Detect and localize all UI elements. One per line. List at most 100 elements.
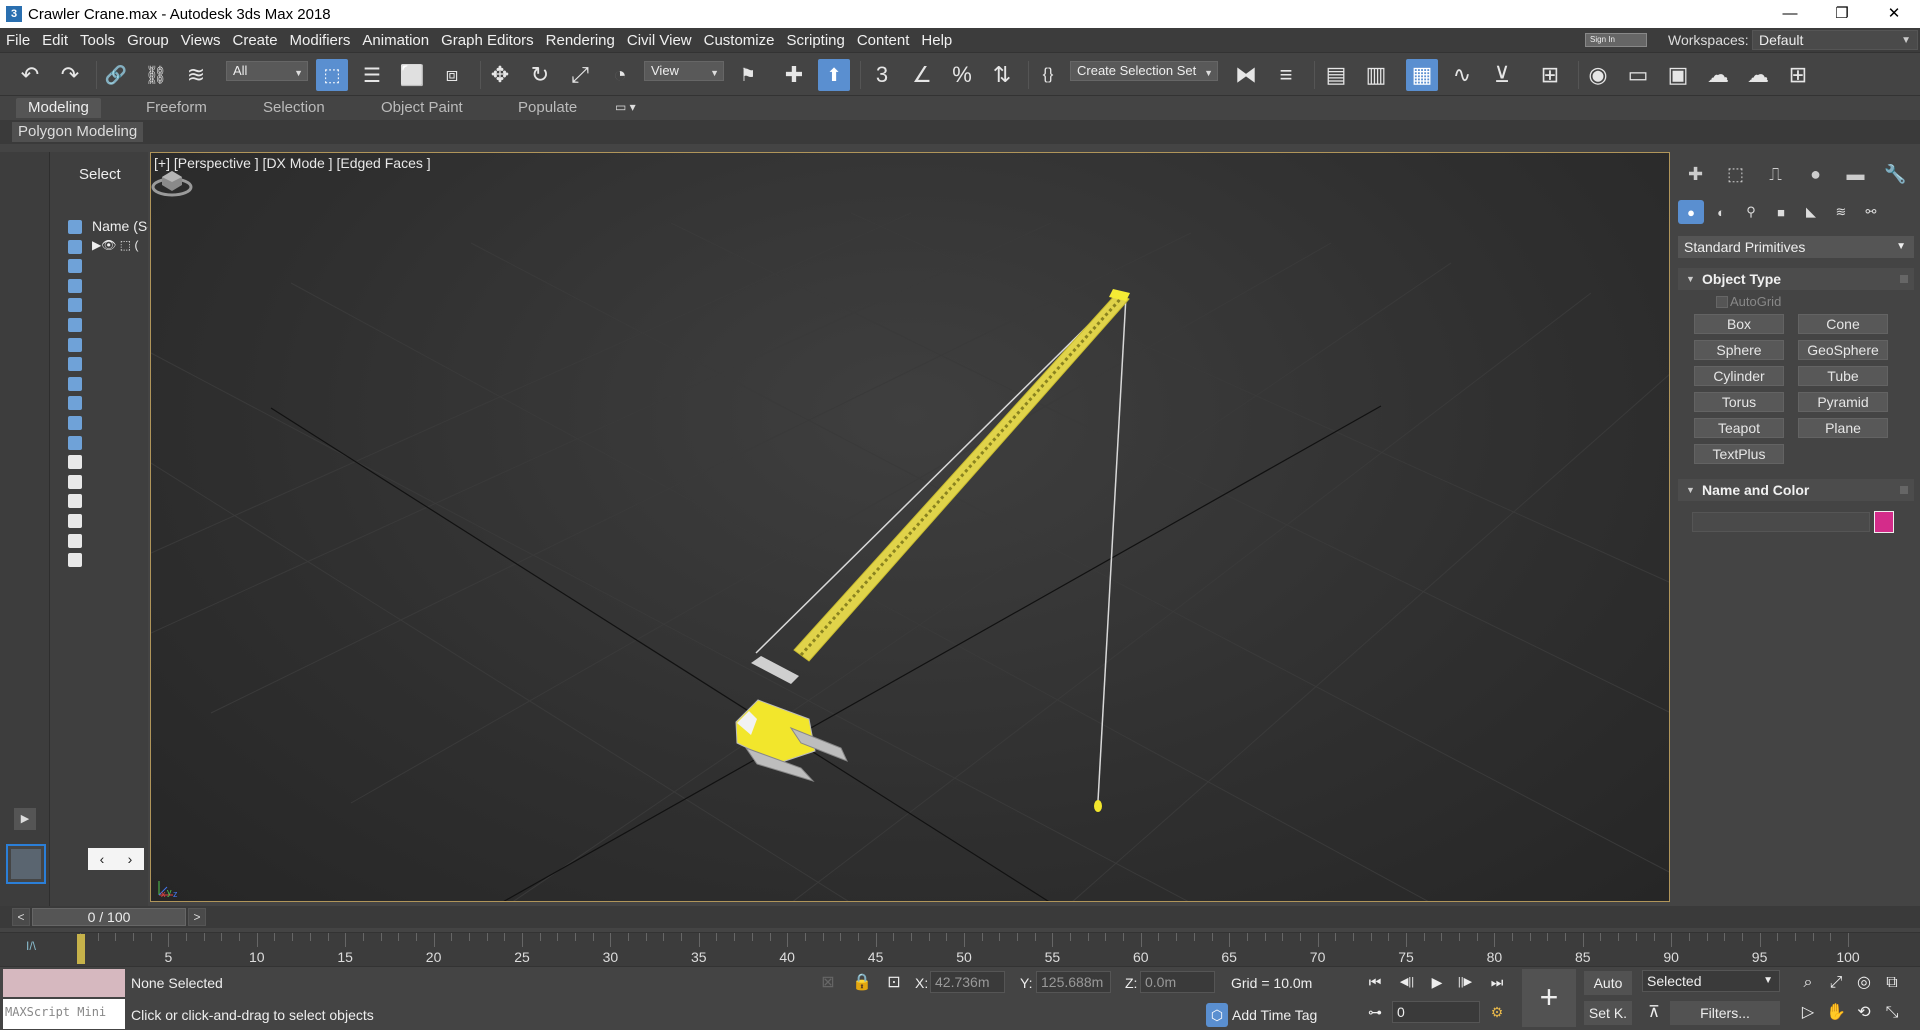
workspaces-dropdown[interactable]: Default bbox=[1752, 30, 1918, 50]
toggle-ribbon-icon[interactable]: ▦ bbox=[1406, 59, 1438, 91]
menu-group[interactable]: Group bbox=[121, 32, 175, 49]
align-icon[interactable]: ≡ bbox=[1270, 59, 1302, 91]
motion-tab-icon[interactable]: ● bbox=[1800, 162, 1831, 186]
display-bones-icon[interactable] bbox=[68, 376, 82, 391]
display-lights-icon[interactable] bbox=[68, 259, 82, 274]
textplus-button[interactable]: TextPlus bbox=[1694, 444, 1784, 464]
display-cameras-icon[interactable] bbox=[68, 278, 82, 293]
go-to-start-icon[interactable]: ⏮ bbox=[1362, 971, 1388, 993]
object-name-input[interactable] bbox=[1692, 512, 1870, 532]
create-tab-icon[interactable]: ✚ bbox=[1680, 162, 1711, 186]
percent-snap-icon[interactable]: % bbox=[946, 59, 978, 91]
absolute-mode-transform-icon[interactable]: ⊡ bbox=[882, 971, 906, 995]
tab-populate[interactable]: Populate bbox=[518, 98, 577, 118]
primitive-type-dropdown[interactable]: Standard Primitives bbox=[1678, 236, 1914, 258]
space-warps-category-icon[interactable]: ≋ bbox=[1828, 200, 1854, 224]
shapes-category-icon[interactable]: ◐ bbox=[1708, 200, 1734, 224]
curve-editor-icon[interactable]: ∿ bbox=[1446, 59, 1478, 91]
selection-filter-dropdown[interactable]: All bbox=[226, 61, 308, 82]
rendered-frame-window-icon[interactable]: ▣ bbox=[1662, 59, 1694, 91]
mirror-icon[interactable]: ⧓ bbox=[1230, 59, 1262, 91]
field-of-view-icon[interactable]: ▷ bbox=[1796, 1001, 1820, 1025]
key-filter-selection-dropdown[interactable]: Selected bbox=[1642, 970, 1780, 992]
explorer-name-column-header[interactable]: Name (Sorted Ascending) bbox=[92, 218, 148, 234]
go-to-end-icon[interactable]: ⏭ bbox=[1484, 971, 1510, 993]
sign-in-button[interactable]: Sign In bbox=[1585, 33, 1647, 47]
menu-scripting[interactable]: Scripting bbox=[780, 32, 850, 49]
menu-views[interactable]: Views bbox=[175, 32, 227, 49]
auto-key-button[interactable]: Auto bbox=[1584, 971, 1632, 995]
material-editor-icon[interactable]: ◉ bbox=[1582, 59, 1614, 91]
teapot-button[interactable]: Teapot bbox=[1694, 418, 1784, 438]
track-bar-playhead[interactable] bbox=[77, 934, 85, 964]
time-slider-thumb[interactable]: 0 / 100 bbox=[32, 908, 186, 926]
polygon-modeling-panel[interactable]: Polygon Modeling bbox=[12, 122, 144, 142]
explorer-root-row[interactable]: ▶👁 ⬚ ( bbox=[92, 238, 138, 252]
display-geometry-icon[interactable] bbox=[68, 220, 82, 234]
expand-arrow-icon[interactable]: ▶ bbox=[14, 808, 36, 830]
object-color-swatch[interactable] bbox=[1874, 511, 1894, 533]
box-button[interactable]: Box bbox=[1694, 314, 1784, 334]
layer-explorer-toggle-icon[interactable] bbox=[68, 553, 82, 568]
hierarchy-tab-icon[interactable]: ⎍ bbox=[1760, 162, 1791, 186]
autogrid-checkbox[interactable]: AutoGrid bbox=[1715, 294, 1781, 309]
name-and-color-rollout[interactable]: Name and Color bbox=[1678, 479, 1914, 501]
placement-icon[interactable]: ◔ bbox=[604, 59, 636, 91]
scale-icon[interactable]: ⤢ bbox=[564, 59, 596, 91]
cone-button[interactable]: Cone bbox=[1798, 314, 1888, 334]
viewcube-icon[interactable] bbox=[151, 163, 193, 197]
toggle-scene-explorer-icon[interactable]: ▥ bbox=[1360, 59, 1392, 91]
display-spacewarps-icon[interactable] bbox=[68, 317, 82, 332]
ribbon-menu-icon[interactable]: ▭ ▾ bbox=[615, 100, 649, 116]
selection-lock-icon[interactable]: 🔒 bbox=[850, 971, 874, 995]
select-by-name-icon[interactable]: ☰ bbox=[356, 59, 388, 91]
render-setup-icon[interactable]: ▭ bbox=[1622, 59, 1654, 91]
display-hidden-icon[interactable] bbox=[68, 435, 82, 450]
key-mode-toggle-icon[interactable]: ⊶ bbox=[1362, 1001, 1388, 1023]
render-production-icon[interactable]: ☁ bbox=[1702, 59, 1734, 91]
display-shapes-icon[interactable] bbox=[68, 239, 82, 254]
snaps-toggle-icon[interactable]: 3 bbox=[866, 59, 898, 91]
mini-curve-editor-icon[interactable]: I/\ bbox=[26, 939, 36, 953]
named-selection-set-dropdown[interactable]: Create Selection Set bbox=[1070, 61, 1218, 82]
pan-view-icon[interactable]: ✋ bbox=[1824, 1001, 1848, 1025]
explorer-prev-button[interactable]: ‹ bbox=[100, 851, 105, 867]
zoom-extents-all-icon[interactable]: ⧉ bbox=[1880, 971, 1904, 995]
tube-button[interactable]: Tube bbox=[1798, 366, 1888, 386]
move-icon[interactable]: ✥ bbox=[484, 59, 516, 91]
edit-named-selection-icon[interactable]: {} bbox=[1032, 59, 1064, 91]
modify-tab-icon[interactable]: ⬚ bbox=[1720, 162, 1751, 186]
angle-snap-icon[interactable]: ∠ bbox=[906, 59, 938, 91]
time-slider-next-button[interactable]: > bbox=[188, 908, 206, 926]
tab-freeform[interactable]: Freeform bbox=[146, 98, 207, 118]
set-keys-button[interactable]: + bbox=[1522, 969, 1576, 1027]
geometry-category-icon[interactable]: ● bbox=[1678, 200, 1704, 224]
time-slider-prev-button[interactable]: < bbox=[12, 908, 30, 926]
display-xrefs-icon[interactable] bbox=[68, 357, 82, 372]
dope-sheet-icon[interactable]: ⊻ bbox=[1486, 59, 1518, 91]
select-and-manipulate-icon[interactable]: ✚ bbox=[778, 59, 810, 91]
maximize-viewport-icon[interactable]: ⤡ bbox=[1880, 1001, 1904, 1025]
object-type-rollout[interactable]: Object Type bbox=[1678, 268, 1914, 290]
x-coord-input[interactable]: 42.736m bbox=[930, 971, 1005, 993]
menu-civil-view[interactable]: Civil View bbox=[621, 32, 698, 49]
previous-frame-icon[interactable]: ◀|| bbox=[1394, 971, 1420, 993]
play-icon[interactable]: ▶ bbox=[1424, 971, 1450, 993]
undo-icon[interactable]: ↶ bbox=[14, 59, 46, 91]
cylinder-button[interactable]: Cylinder bbox=[1694, 366, 1784, 386]
display-containers-icon[interactable] bbox=[68, 396, 82, 411]
orbit-icon[interactable]: ⟲ bbox=[1852, 1001, 1876, 1025]
systems-category-icon[interactable]: ⚯ bbox=[1858, 200, 1884, 224]
menu-content[interactable]: Content bbox=[851, 32, 916, 49]
menu-edit[interactable]: Edit bbox=[36, 32, 74, 49]
tab-modeling[interactable]: Modeling bbox=[16, 98, 101, 118]
menu-help[interactable]: Help bbox=[915, 32, 958, 49]
redo-icon[interactable]: ↷ bbox=[54, 59, 86, 91]
filter-icon[interactable] bbox=[68, 513, 82, 528]
render-in-cloud-icon[interactable]: ☁ bbox=[1742, 59, 1774, 91]
menu-file[interactable]: File bbox=[0, 32, 36, 49]
lights-category-icon[interactable]: ⚲ bbox=[1738, 200, 1764, 224]
spinner-snap-icon[interactable]: ⇅ bbox=[986, 59, 1018, 91]
maxscript-mini-listener-input[interactable]: MAXScript Mini bbox=[3, 999, 125, 1029]
menu-rendering[interactable]: Rendering bbox=[540, 32, 621, 49]
